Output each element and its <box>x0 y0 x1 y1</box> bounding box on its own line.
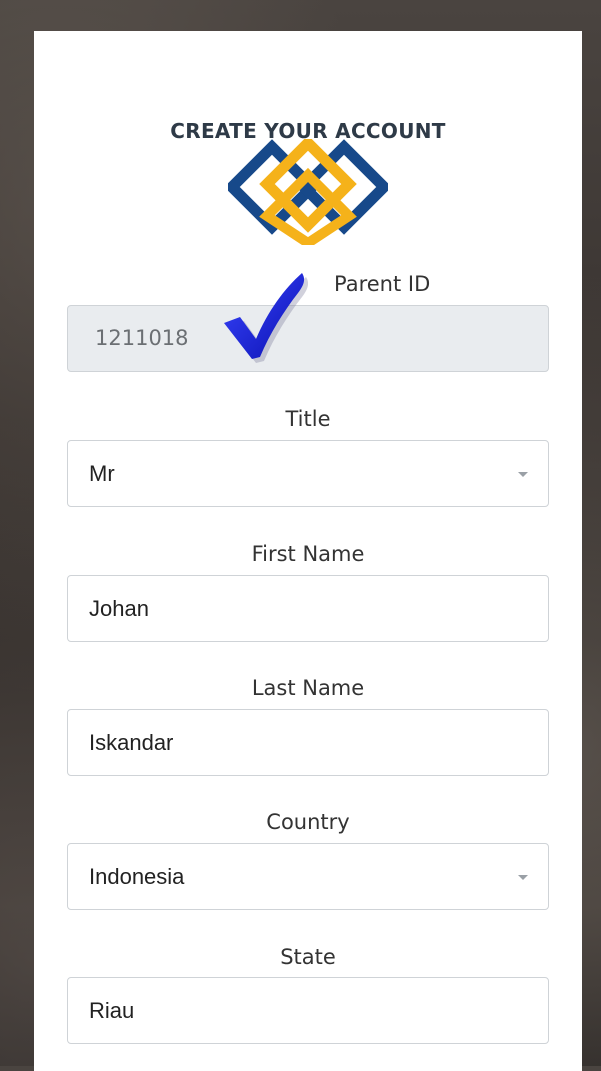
checkmark-icon <box>224 273 308 363</box>
title-select[interactable]: Mr <box>67 440 549 507</box>
chevron-down-icon <box>518 472 528 477</box>
country-label: Country <box>266 810 350 834</box>
first-name-label: First Name <box>251 542 365 566</box>
brand-logo-icon <box>228 139 388 245</box>
chevron-down-icon <box>518 875 528 880</box>
state-label: State <box>280 945 336 969</box>
state-input[interactable]: Riau <box>67 977 549 1044</box>
last-name-label: Last Name <box>251 676 365 700</box>
country-select-value: Indonesia <box>89 864 185 889</box>
title-select-value: Mr <box>89 461 115 486</box>
last-name-input[interactable]: Iskandar <box>67 709 549 776</box>
first-name-input[interactable]: Johan <box>67 575 549 642</box>
parent-id-field: 1211018 <box>67 305 549 372</box>
country-select[interactable]: Indonesia <box>67 843 549 910</box>
parent-id-label: Parent ID <box>334 272 431 296</box>
registration-card: CREATE YOUR ACCOUNT Parent ID 1211018 Ti… <box>34 31 582 1071</box>
title-label: Title <box>285 407 331 431</box>
